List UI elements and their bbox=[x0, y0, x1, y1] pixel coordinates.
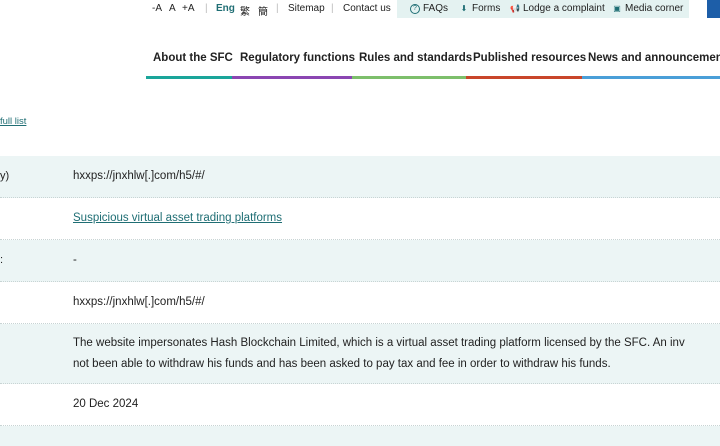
forms-link[interactable]: ⬇ Forms bbox=[459, 3, 501, 14]
font-size-decrease[interactable]: -A bbox=[152, 3, 162, 14]
row-label: : bbox=[0, 254, 4, 266]
contact-us-link[interactable]: Contact us bbox=[343, 3, 391, 14]
detail-row: The website impersonates Hash Blockchain… bbox=[0, 324, 720, 384]
lang-english[interactable]: Eng bbox=[216, 3, 235, 14]
detail-row: hxxps://jnxhlw[.]com/h5/#/ bbox=[0, 282, 720, 324]
divider: | bbox=[276, 3, 279, 14]
faqs-link[interactable]: ? FAQs bbox=[410, 3, 448, 14]
utility-bar: -A A +A | Eng 繁 簡 | Sitemap | Contact us… bbox=[0, 0, 720, 20]
forms-label: Forms bbox=[472, 3, 501, 14]
row-value: hxxps://jnxhlw[.]com/h5/#/ bbox=[73, 170, 205, 182]
media-corner-label: Media corner bbox=[625, 3, 684, 14]
question-circle-icon: ? bbox=[410, 3, 420, 14]
detail-row: : - bbox=[0, 240, 720, 282]
lang-simplified-chinese[interactable]: 簡 bbox=[258, 3, 268, 18]
detail-row bbox=[0, 426, 720, 446]
row-value-line2: not been able to withdraw his funds and … bbox=[73, 358, 611, 370]
sitemap-link[interactable]: Sitemap bbox=[288, 3, 325, 14]
detail-row: y) hxxps://jnxhlw[.]com/h5/#/ bbox=[0, 156, 720, 198]
row-value: Suspicious virtual asset trading platfor… bbox=[73, 208, 720, 229]
divider: | bbox=[205, 3, 208, 14]
nav-underline-news bbox=[582, 76, 720, 79]
main-nav: About the SFC Regulatory functions Rules… bbox=[0, 49, 720, 84]
detail-row: 20 Dec 2024 bbox=[0, 384, 720, 426]
megaphone-icon: 📢 bbox=[510, 3, 520, 13]
faqs-label: FAQs bbox=[423, 3, 449, 14]
row-value-line1: The website impersonates Hash Blockchain… bbox=[73, 337, 685, 349]
nav-underline-published bbox=[466, 76, 582, 79]
search-button-edge[interactable] bbox=[707, 0, 720, 18]
media-corner-link[interactable]: ▣ Media corner bbox=[612, 3, 683, 14]
divider: | bbox=[331, 3, 334, 14]
row-value: hxxps://jnxhlw[.]com/h5/#/ bbox=[73, 296, 205, 308]
nav-underline-rules bbox=[352, 76, 466, 79]
quick-links-bar: ? FAQs ⬇ Forms 📢 Lodge a complaint ▣ Med… bbox=[397, 0, 689, 18]
nav-underline-regulatory bbox=[232, 76, 352, 79]
category-link[interactable]: Suspicious virtual asset trading platfor… bbox=[73, 212, 282, 224]
row-label: y) bbox=[0, 170, 10, 182]
back-to-full-list-link[interactable]: full list bbox=[0, 116, 26, 127]
download-icon: ⬇ bbox=[460, 3, 468, 13]
detail-row: Suspicious virtual asset trading platfor… bbox=[0, 198, 720, 240]
lodge-complaint-label: Lodge a complaint bbox=[523, 3, 605, 14]
image-icon: ▣ bbox=[613, 3, 621, 13]
font-size-increase[interactable]: +A bbox=[182, 3, 195, 14]
nav-underline-about bbox=[146, 76, 232, 79]
font-size-default[interactable]: A bbox=[169, 3, 176, 14]
lodge-complaint-link[interactable]: 📢 Lodge a complaint bbox=[510, 3, 605, 14]
row-value: 20 Dec 2024 bbox=[73, 398, 139, 410]
row-value: - bbox=[73, 254, 77, 266]
lang-traditional-chinese[interactable]: 繁 bbox=[240, 3, 250, 18]
